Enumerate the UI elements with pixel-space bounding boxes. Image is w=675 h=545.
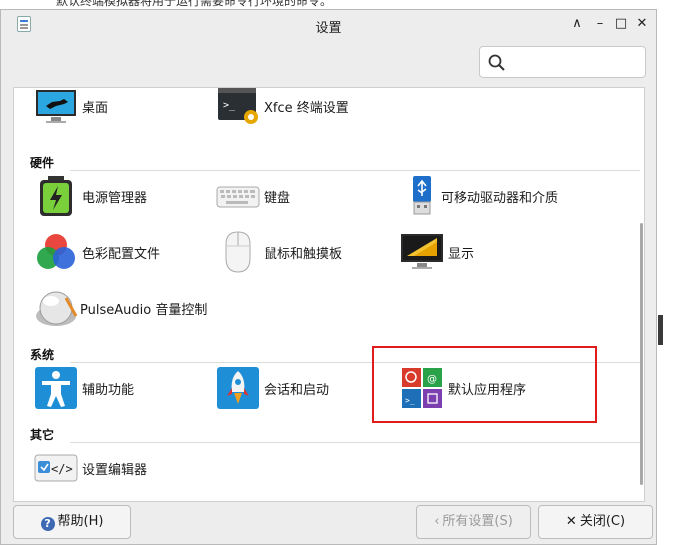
item-color-profiles[interactable]: 色彩配置文件	[34, 230, 184, 274]
battery-icon	[40, 176, 72, 216]
display-icon	[401, 234, 443, 269]
svg-text:</>: </>	[51, 462, 73, 476]
window-shade-button[interactable]: ∧	[569, 16, 585, 32]
item-power-manager[interactable]: 电源管理器	[34, 174, 184, 218]
keyboard-icon	[216, 186, 260, 208]
item-label: 鼠标和触摸板	[264, 247, 343, 262]
background-window-edge	[657, 10, 675, 545]
item-display[interactable]: 显示	[400, 230, 520, 274]
item-label: 显示	[448, 247, 475, 262]
help-button-label: 帮助(H)	[57, 514, 104, 529]
window-minimize-button[interactable]: –	[592, 16, 608, 32]
item-label: Xfce 终端设置	[264, 101, 349, 116]
window-maximize-button[interactable]: □	[613, 16, 629, 32]
close-icon: ✕	[565, 514, 577, 529]
volume-knob-icon	[36, 291, 78, 326]
accessibility-icon	[35, 367, 77, 409]
all-settings-button[interactable]: ‹ 所有设置(S)	[416, 505, 531, 539]
search-box[interactable]	[479, 46, 646, 78]
chevron-left-icon: ‹	[434, 514, 440, 529]
item-label: 可移动驱动器和介质	[441, 191, 559, 206]
highlight-box	[372, 346, 597, 423]
search-input[interactable]	[514, 51, 644, 75]
terminal-settings-icon: >_	[218, 88, 258, 124]
item-pulseaudio[interactable]: PulseAudio 音量控制	[34, 286, 234, 330]
help-icon: ?	[40, 517, 55, 531]
item-xfce-terminal[interactable]: >_ Xfce 终端设置	[216, 88, 376, 128]
item-label: 桌面	[82, 101, 109, 116]
category-other: 其它	[30, 428, 55, 442]
category-hardware: 硬件	[30, 156, 55, 170]
item-desktop[interactable]: 桌面	[34, 88, 154, 128]
item-label: 设置编辑器	[82, 463, 148, 478]
item-label: 键盘	[264, 191, 291, 206]
usb-drive-icon	[413, 176, 431, 215]
panel-scrollbar[interactable]	[640, 223, 643, 485]
background-text: 默认终端模拟器将用于运行需要命令行环境的命令。	[56, 0, 333, 8]
mouse-icon	[225, 231, 251, 273]
search-icon	[488, 54, 505, 71]
color-profile-icon	[37, 234, 75, 269]
help-button[interactable]: ? 帮助(H)	[13, 505, 131, 539]
item-mouse-touchpad[interactable]: 鼠标和触摸板	[216, 230, 376, 274]
category-separator	[70, 442, 640, 443]
svg-text:>_: >_	[223, 100, 236, 111]
item-removable-drives[interactable]: 可移动驱动器和介质	[400, 174, 600, 218]
settings-editor-icon: </>	[34, 454, 78, 482]
title-bar[interactable]: 设置 ∧ – □ ✕	[1, 10, 656, 40]
window-title: 设置	[315, 21, 342, 36]
item-session-startup[interactable]: 会话和启动	[216, 366, 346, 410]
item-label: 辅助功能	[82, 383, 135, 398]
item-label: PulseAudio 音量控制	[80, 303, 208, 318]
item-settings-editor[interactable]: </> 设置编辑器	[34, 446, 164, 490]
desktop-icon	[36, 90, 76, 123]
item-keyboard[interactable]: 键盘	[216, 174, 336, 218]
window-close-button[interactable]: ✕	[634, 16, 650, 32]
close-button-label: 关闭(C)	[579, 514, 626, 529]
item-label: 会话和启动	[264, 383, 330, 398]
settings-window: 设置 ∧ – □ ✕ 桌面 >_ Xfce 终端设置 硬件 电源管理器 键盘 可…	[0, 9, 657, 545]
item-accessibility[interactable]: 辅助功能	[34, 366, 154, 410]
category-system: 系统	[30, 348, 55, 362]
rocket-icon	[217, 367, 259, 409]
category-separator	[70, 170, 640, 171]
settings-panel: 桌面 >_ Xfce 终端设置 硬件 电源管理器 键盘 可移动驱动器和介质 色彩…	[13, 87, 645, 502]
close-button[interactable]: ✕ 关闭(C)	[538, 505, 653, 539]
all-settings-button-label: 所有设置(S)	[442, 514, 513, 529]
item-label: 电源管理器	[82, 191, 148, 206]
item-label: 色彩配置文件	[82, 247, 161, 262]
